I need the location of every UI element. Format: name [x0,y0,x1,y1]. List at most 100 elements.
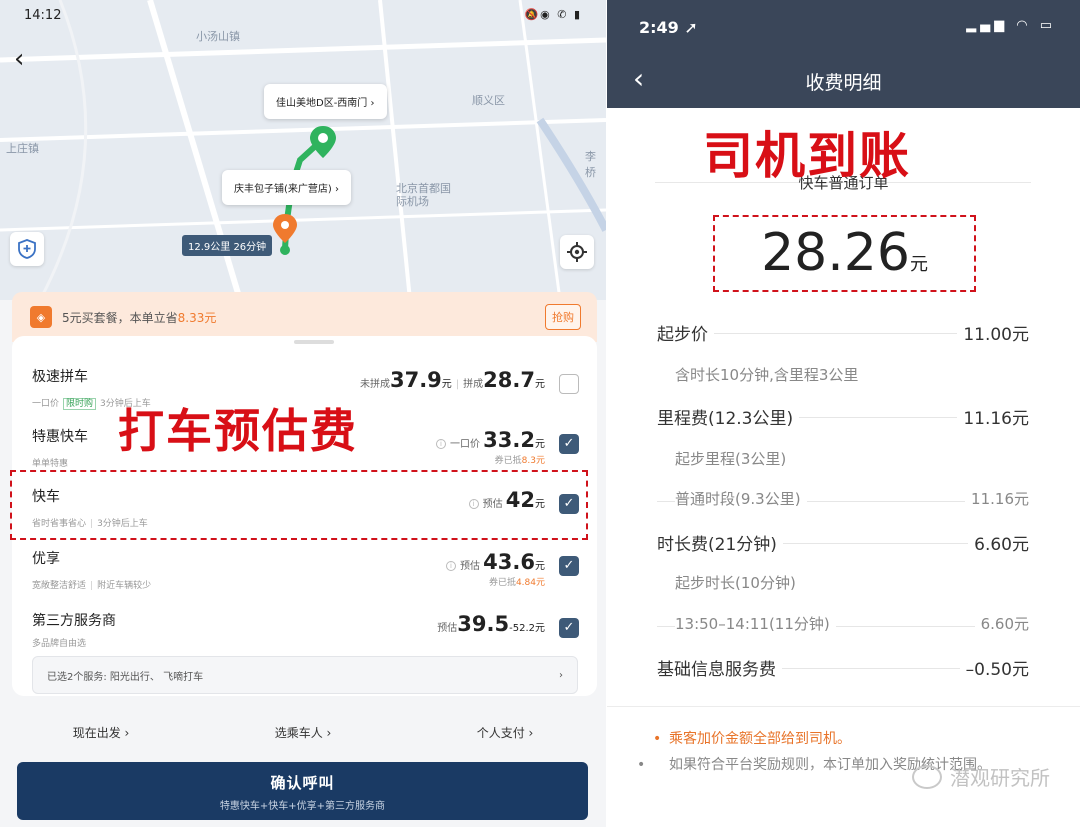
pickup-tooltip[interactable]: 佳山美地D区-西南门 › [264,84,387,119]
ride-tag: 限时购 [63,398,97,410]
price-unit: 元 [441,379,452,390]
ride-price: 未拼成37.9元 | 拼成28.7元 [359,368,545,392]
note-text: 乘客加价金额全部给到司机。 [669,731,851,747]
price-unit: 元 [535,623,545,634]
fare-note: • 乘客加价金额全部给到司机。 [653,728,1053,750]
fee-value: 11.16元 [957,404,1029,429]
locate-icon[interactable] [560,235,594,269]
bullet: • [637,757,646,773]
fee-label: 时长费(21分钟) [657,530,783,555]
price-value: 43.6 [483,550,535,574]
promo-text-main: 5元买套餐，本单立省 [62,310,178,325]
info-icon[interactable]: i [435,439,446,449]
price-value: 28.7 [483,368,535,392]
fee-row: 含时长10分钟,含里程3公里 [657,364,1029,390]
price-unit: 元 [535,439,545,450]
ride-option-third-party[interactable]: 第三方服务商 多品牌自由选 预估39.5-52.2元 ✓ [12,600,597,662]
ride-name: 特惠快车 [32,429,88,445]
fee-row: 普通时段(9.3公里) 11.16元 [657,488,1029,514]
bullet: • [653,731,662,747]
fee-label: 13:50–14:11(11分钟) [675,613,836,634]
route-map[interactable]: 14:12 🔕◉ ✆ ▮ ‹ 小汤山镇 顺义区 上庄镇 北京首都国际机场 李桥 … [0,0,606,300]
fee-value: 11.00元 [957,320,1029,345]
status-icons: ▂▄▆ ◠ ▭ [966,18,1056,33]
map-label: 李桥 [585,150,596,179]
info-icon[interactable]: i [445,561,456,571]
ride-options-bar: 现在出发 › 选乘车人 › 个人支付 › [0,712,606,752]
confirm-subtitle: 特惠快车+快车+优享+第三方服务商 [219,801,386,812]
select-passenger-option[interactable]: 选乘车人 › [275,724,332,741]
overlay-caption-driver: 司机到账 [703,127,911,185]
ride-price: i 一口价 33.2元 券已抵8.3元 [435,428,545,466]
price-label: 未拼成 [359,379,390,390]
status-time: 14:12 [24,8,62,23]
fee-row: 时长费(21分钟) 6.60元 [657,530,1029,556]
map-label: 顺义区 [472,94,505,107]
drag-handle[interactable] [294,340,334,344]
ride-checkbox[interactable]: ✓ [559,618,579,638]
price-label: 预估 [459,561,480,572]
price-value: 33.2 [483,428,535,452]
confirm-call-button[interactable]: 确认呼叫 特惠快车+快车+优享+第三方服务商 [17,762,588,820]
fee-label: 起步里程(3公里) [675,448,793,469]
divider [607,706,1080,707]
destination-pin-icon [273,214,297,243]
coupon-label: 券已抵 [488,578,516,588]
promo-banner[interactable]: ◈ 5元买套餐，本单立省8.33元 抢购 [12,292,597,342]
ride-option-premier[interactable]: 优享 宽敞整洁舒适 | 附近车辆较少 i 预估 43.6元 券已抵4.84元 ✓ [12,538,597,600]
price-range-tail: -52.2 [509,623,535,634]
map-roads [0,0,606,300]
distance-tag: 12.9公里 26分钟 [182,235,273,256]
fee-row: 基础信息服务费 –0.50元 [657,655,1029,681]
ride-name: 极速拼车 [32,369,88,385]
ride-hailing-estimate-screen: 14:12 🔕◉ ✆ ▮ ‹ 小汤山镇 顺义区 上庄镇 北京首都国际机场 李桥 … [0,0,606,827]
third-party-selection[interactable]: 已选2个服务: 阳光出行、 飞嘀打车 › [32,656,578,694]
coupon-amount: 8.3元 [521,456,545,466]
map-label: 小汤山镇 [196,30,240,43]
ride-subtitle: 单单特惠 [32,456,68,469]
ride-price: i 预估 43.6元 券已抵4.84元 [445,550,545,588]
fee-value: 6.60元 [968,530,1029,555]
ride-checkbox[interactable]: ✓ [559,556,579,576]
status-icons: 🔕◉ ✆ ▮ [524,8,582,21]
fee-label: 里程费(12.3公里) [657,404,800,429]
third-party-selected-text: 已选2个服务: 阳光出行、 飞嘀打车 [47,671,204,683]
ride-sub-pre: 宽敞整洁舒适 [32,581,87,591]
fee-row: 起步时长(10分钟) [657,572,1029,598]
fee-label: 起步价 [657,320,714,345]
promo-amount: 8.33元 [177,310,217,325]
ride-checkbox[interactable]: ✓ [559,434,579,454]
nav-header: 2:49 ➚ ▂▄▆ ◠ ▭ ‹ 收费明细 [607,0,1080,108]
coupon-amount: 4.84元 [515,578,545,588]
express-highlight-box [10,470,588,540]
fee-value: 11.16元 [965,488,1029,509]
wechat-icon [912,764,942,789]
watermark-text: 潜观研究所 [950,766,1050,790]
payment-option[interactable]: 个人支付 › [477,724,534,741]
promo-buy-button[interactable]: 抢购 [545,304,581,330]
fee-row: 起步价 11.00元 [657,320,1029,346]
map-label: 北京首都国际机场 [396,182,451,208]
amount-highlight-box: 28.26元 [713,215,976,292]
ride-name: 优享 [32,551,60,567]
price-label: 一口价 [449,439,480,450]
depart-now-option[interactable]: 现在出发 › [73,724,130,741]
destination-tooltip[interactable]: 庆丰包子铺(来广营店) › [222,170,351,205]
price-unit: 元 [535,561,545,572]
chevron-right-icon: › [335,184,339,195]
ride-checkbox[interactable] [559,374,579,394]
price-label: 拼成 [463,379,484,390]
fee-row: 起步里程(3公里) [657,448,1029,474]
fee-value: –0.50元 [959,655,1029,680]
ride-name: 第三方服务商 [32,613,116,629]
map-label: 上庄镇 [6,142,39,155]
price-value: 37.9 [389,368,442,392]
fee-label: 起步时长(10分钟) [675,572,802,593]
status-bar: 14:12 🔕◉ ✆ ▮ [24,8,582,28]
safety-shield-icon[interactable] [10,232,44,266]
price-unit: 元 [535,379,545,390]
fee-row: 13:50–14:11(11分钟) 6.60元 [657,613,1029,639]
watermark: 潜观研究所 [912,762,1050,791]
fare-amount: 28.26 [761,223,910,283]
back-icon[interactable]: ‹ [14,44,38,74]
